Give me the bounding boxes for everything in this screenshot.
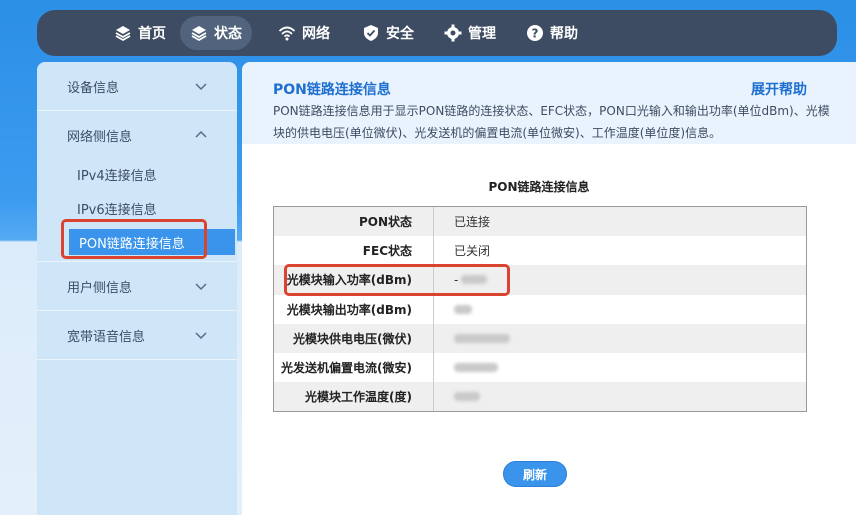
table-row: 光模块输出功率(dBm) — [274, 294, 806, 324]
row-key: FEC状态 — [274, 236, 434, 266]
nav-item-label: 管理 — [468, 26, 496, 42]
row-value-redacted — [434, 324, 510, 353]
highlight-box — [61, 219, 207, 259]
row-value-redacted — [434, 353, 498, 382]
sidebar-group-label: 用户侧信息 — [67, 280, 133, 296]
shield-icon — [362, 24, 380, 42]
top-nav: 首页 状态 网络 安全 管理 ? 帮助 — [37, 10, 837, 56]
gear-icon — [444, 24, 462, 42]
svg-text:?: ? — [532, 27, 539, 41]
sidebar-group-label: 设备信息 — [67, 80, 120, 96]
row-key: 光模块工作温度(度) — [274, 382, 434, 412]
nav-item-help[interactable]: ? 帮助 — [516, 16, 588, 50]
wifi-icon — [278, 24, 296, 42]
sidebar-item-label: IPv6连接信息 — [77, 202, 157, 218]
refresh-button[interactable]: 刷新 — [503, 461, 567, 487]
table-row: PON状态 已连接 — [274, 207, 806, 237]
sidebar: 设备信息 网络侧信息 IPv4连接信息 IPv6连接信息 PON链路连接信息 用… — [37, 62, 237, 515]
page-description: PON链路连接信息用于显示PON链路的连接状态、EFC状态，PON口光输入和输出… — [273, 104, 830, 140]
layers-icon — [190, 24, 208, 42]
chevron-down-icon — [195, 283, 207, 291]
table-row: 光模块工作温度(度) — [274, 382, 806, 412]
redacted-value — [454, 392, 480, 402]
sidebar-item-ipv4[interactable]: IPv4连接信息 — [67, 161, 227, 187]
row-value-redacted — [434, 382, 480, 411]
sidebar-item-label: IPv4连接信息 — [77, 168, 157, 184]
nav-item-network[interactable]: 网络 — [268, 16, 340, 50]
nav-item-management[interactable]: 管理 — [434, 16, 506, 50]
redacted-value — [454, 333, 510, 343]
nav-item-home[interactable]: 首页 — [104, 16, 176, 50]
chevron-down-icon — [195, 83, 207, 91]
row-value-redacted — [434, 295, 472, 324]
question-icon: ? — [526, 24, 544, 42]
nav-item-label: 首页 — [138, 26, 166, 42]
divider — [37, 359, 237, 360]
sidebar-group-label: 网络侧信息 — [67, 129, 133, 145]
page-title: PON链路连接信息 — [273, 82, 391, 98]
table-caption: PON链路连接信息 — [488, 180, 590, 194]
sidebar-group-label: 宽带语音信息 — [67, 329, 146, 345]
row-value: 已关闭 — [454, 244, 491, 259]
sidebar-group-network-info[interactable]: 网络侧信息 — [37, 111, 237, 159]
row-key: 光发送机偏置电流(微安) — [274, 352, 434, 383]
sidebar-item-ipv6[interactable]: IPv6连接信息 — [67, 195, 227, 221]
nav-item-security[interactable]: 安全 — [352, 16, 424, 50]
row-key: PON状态 — [274, 207, 434, 237]
row-key: 光模块供电电压(微伏) — [274, 323, 434, 353]
chevron-up-icon — [195, 130, 207, 138]
main-content: PON链路连接信息 展开帮助 PON链路连接信息用于显示PON链路的连接状态、E… — [242, 62, 856, 515]
expand-help-link[interactable]: 展开帮助 — [751, 79, 807, 99]
nav-item-label: 帮助 — [550, 26, 578, 42]
nav-item-label: 状态 — [214, 26, 242, 42]
nav-item-label: 网络 — [302, 26, 330, 42]
table-row: 光模块供电电压(微伏) — [274, 323, 806, 353]
row-key: 光模块输出功率(dBm) — [274, 294, 434, 324]
nav-item-status[interactable]: 状态 — [180, 16, 252, 50]
pon-info-table: PON状态 已连接 FEC状态 已关闭 光模块输入功率(dBm) - 光模块输出… — [273, 206, 807, 413]
layers-icon — [114, 24, 132, 42]
redacted-value — [454, 304, 472, 314]
redacted-value — [454, 363, 498, 373]
chevron-down-icon — [195, 332, 207, 340]
highlight-box — [284, 264, 510, 296]
table-row: 光发送机偏置电流(微安) — [274, 352, 806, 383]
sidebar-group-user-info[interactable]: 用户侧信息 — [37, 262, 237, 310]
sidebar-group-voice-info[interactable]: 宽带语音信息 — [37, 311, 237, 359]
nav-item-label: 安全 — [386, 26, 414, 42]
row-value: 已连接 — [454, 215, 491, 230]
sidebar-group-device-info[interactable]: 设备信息 — [37, 62, 237, 110]
table-row: FEC状态 已关闭 — [274, 236, 806, 266]
